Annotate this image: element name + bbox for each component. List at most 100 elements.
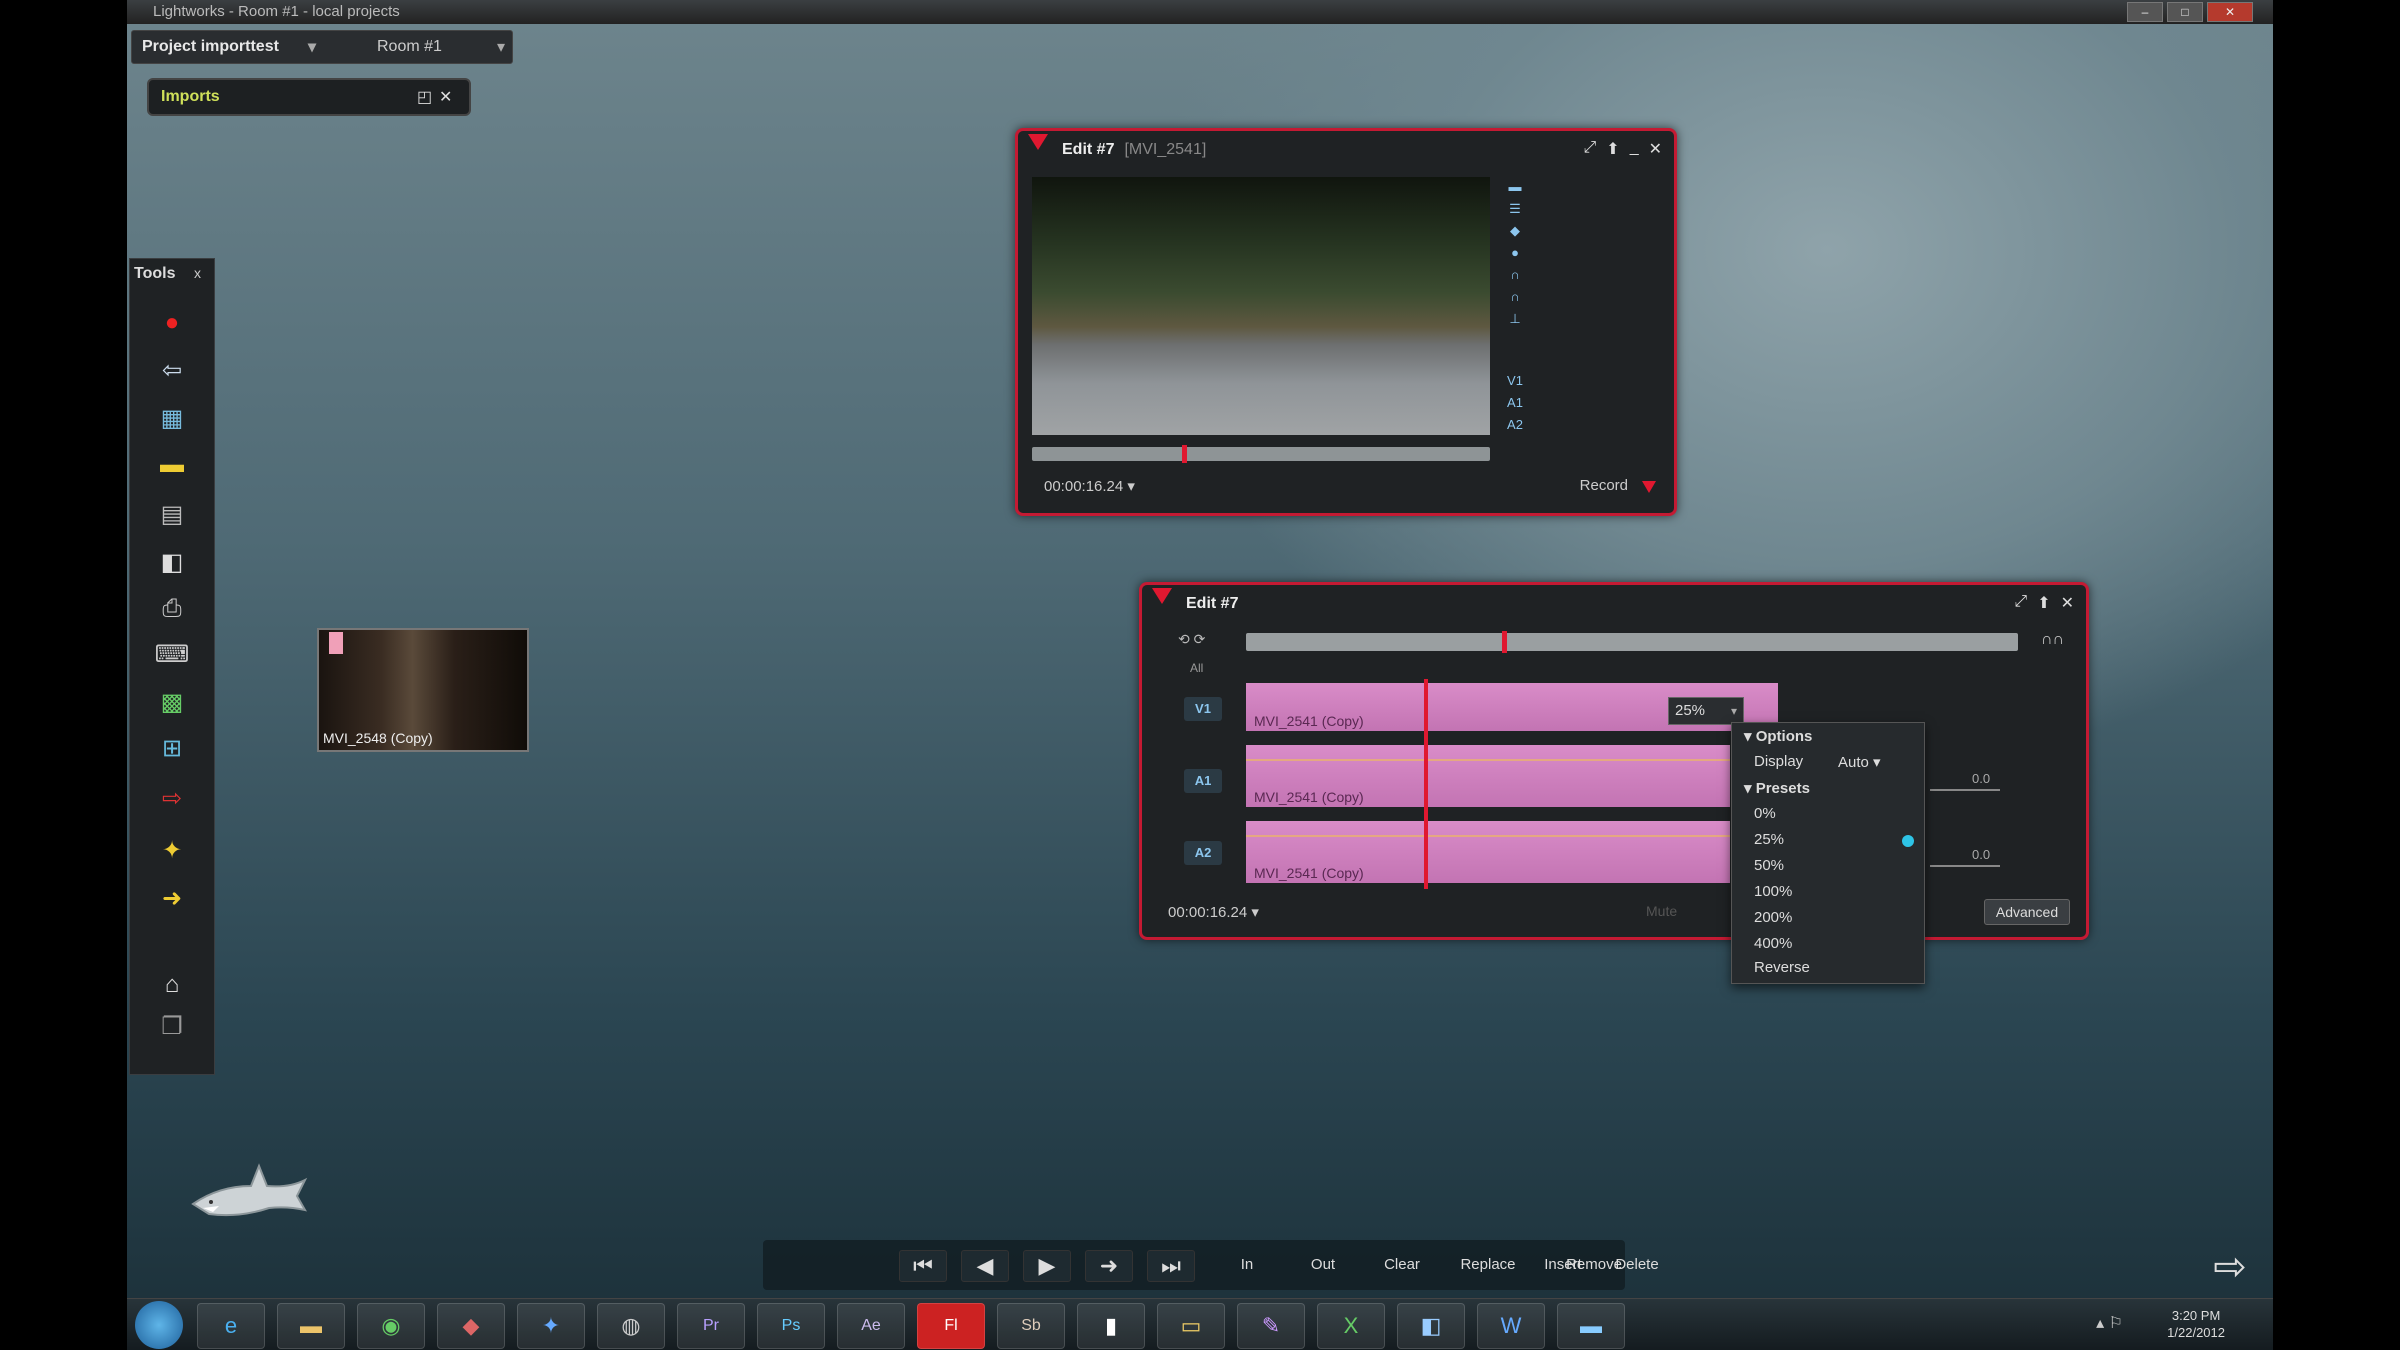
maximize-button[interactable]: □: [2167, 2, 2203, 22]
aftereffects-icon[interactable]: Ae: [837, 1303, 905, 1349]
excel-icon[interactable]: X: [1317, 1303, 1385, 1349]
app-icon[interactable]: ◧: [1397, 1303, 1465, 1349]
minimize-button[interactable]: –: [2127, 2, 2163, 22]
explorer-icon[interactable]: ▬: [277, 1303, 345, 1349]
preset-option[interactable]: 0%: [1754, 805, 1776, 822]
display-select[interactable]: Auto ▾: [1838, 753, 1881, 771]
tag-icon[interactable]: ◆: [1502, 223, 1528, 245]
timeline-scrub-bar[interactable]: [1246, 631, 2018, 653]
lightworks-icon[interactable]: ▮: [1077, 1303, 1145, 1349]
in-button[interactable]: In: [1227, 1250, 1267, 1280]
color-icon[interactable]: ▩: [152, 687, 192, 719]
printer-icon[interactable]: ⎙: [152, 593, 192, 625]
zoom-percent-dropdown[interactable]: 25% ▾: [1668, 697, 1744, 725]
timeline-playhead-line[interactable]: [1424, 679, 1428, 889]
app-icon[interactable]: ✦: [517, 1303, 585, 1349]
playhead[interactable]: [1502, 631, 1507, 653]
sync-icon[interactable]: ⊥: [1502, 311, 1528, 333]
reverse-option[interactable]: Reverse: [1754, 959, 1810, 976]
advanced-button[interactable]: Advanced: [1984, 899, 2070, 925]
start-button[interactable]: [135, 1301, 183, 1349]
track-label-a2[interactable]: A2: [1184, 841, 1222, 865]
audio-clip[interactable]: MVI_2541 (Copy): [1246, 745, 1730, 807]
audio-clip[interactable]: MVI_2541 (Copy): [1246, 821, 1730, 883]
tab-icon[interactable]: ●: [1502, 245, 1528, 267]
folder-icon[interactable]: ▬: [1557, 1303, 1625, 1349]
preset-option[interactable]: 400%: [1754, 935, 1792, 952]
step-forward-icon[interactable]: ➜: [1085, 1250, 1133, 1282]
video-frame[interactable]: [1032, 177, 1490, 435]
track-label[interactable]: A2: [1502, 417, 1528, 439]
preset-option[interactable]: 200%: [1754, 909, 1792, 926]
word-icon[interactable]: W: [1477, 1303, 1545, 1349]
share-icon[interactable]: ➜: [152, 883, 192, 915]
box-icon[interactable]: ◧: [152, 547, 192, 579]
track-label-v1[interactable]: V1: [1184, 697, 1222, 721]
out-button[interactable]: Out: [1303, 1250, 1343, 1280]
app-icon[interactable]: ✎: [1237, 1303, 1305, 1349]
table-icon[interactable]: ▦: [152, 403, 192, 435]
record-icon[interactable]: [1642, 481, 1656, 493]
close-tools-button[interactable]: x: [194, 265, 201, 281]
preset-option[interactable]: 50%: [1754, 857, 1784, 874]
mark-icon[interactable]: ∩∩: [2041, 631, 2064, 649]
all-tracks-label[interactable]: All: [1190, 661, 1203, 675]
effects-icon[interactable]: ✦: [152, 835, 192, 867]
project-selector[interactable]: Project importtest: [142, 38, 279, 56]
remove-button[interactable]: Remove: [1559, 1250, 1629, 1280]
volume-a1[interactable]: 0.0: [1972, 771, 1990, 786]
system-tray[interactable]: ▴ ⚐: [2096, 1313, 2123, 1333]
grid-icon[interactable]: ⊞: [152, 733, 192, 765]
photoshop-icon[interactable]: Ps: [757, 1303, 825, 1349]
close-icon[interactable]: ✕: [1649, 139, 1662, 159]
presets-header[interactable]: ▾ Presets: [1744, 779, 1810, 797]
viewer-scrub-bar[interactable]: [1032, 445, 1490, 463]
zoom-icon[interactable]: ⟲ ⟳: [1178, 631, 1205, 648]
playhead[interactable]: [1182, 445, 1187, 463]
track-label[interactable]: A1: [1502, 395, 1528, 417]
app-icon[interactable]: ◍: [597, 1303, 665, 1349]
clip-thumbnail[interactable]: MVI_2548 (Copy): [317, 628, 529, 752]
close-window-button[interactable]: ✕: [2207, 2, 2253, 22]
folder-icon[interactable]: ▬: [1502, 179, 1528, 201]
film-icon[interactable]: ▤: [152, 499, 192, 531]
media-icon[interactable]: ◉: [357, 1303, 425, 1349]
volume-slider[interactable]: [1930, 789, 2000, 791]
pin-icon[interactable]: ⬆: [1606, 139, 1619, 159]
app-icon[interactable]: ◆: [437, 1303, 505, 1349]
keyboard-icon[interactable]: ⌨: [152, 639, 192, 671]
options-header[interactable]: ▾ Options: [1744, 727, 1812, 745]
pin-icon[interactable]: ⬆: [2037, 593, 2050, 613]
flash-icon[interactable]: Fl: [917, 1303, 985, 1349]
close-icon[interactable]: ✕: [2061, 593, 2074, 613]
step-back-icon[interactable]: ◀: [961, 1250, 1009, 1282]
minimize-icon[interactable]: _: [1630, 139, 1639, 159]
browser-icon[interactable]: e: [197, 1303, 265, 1349]
expand-icon[interactable]: ⤢: [1583, 139, 1596, 159]
room-selector[interactable]: Room #1: [377, 38, 442, 56]
mark-in-icon[interactable]: ∩: [1502, 267, 1528, 289]
mark-out-icon[interactable]: ∩: [1502, 289, 1528, 311]
premiere-icon[interactable]: Pr: [677, 1303, 745, 1349]
mute-button[interactable]: Mute: [1646, 903, 1677, 919]
exit-icon[interactable]: ⇨: [2201, 1242, 2259, 1292]
imports-bin[interactable]: Imports ◰ ✕: [147, 78, 471, 116]
replace-button[interactable]: Replace: [1453, 1250, 1523, 1280]
clear-button[interactable]: Clear: [1375, 1250, 1429, 1280]
clock[interactable]: 3:20 PM 1/22/2012: [2167, 1307, 2225, 1341]
folder-icon[interactable]: ▬: [152, 449, 192, 481]
go-to-start-icon[interactable]: ⏮: [899, 1250, 947, 1282]
notes-icon[interactable]: ▭: [1157, 1303, 1225, 1349]
preset-option[interactable]: 100%: [1754, 883, 1792, 900]
record-icon[interactable]: ●: [152, 307, 192, 339]
restore-icon[interactable]: ◰: [417, 87, 432, 107]
track-label[interactable]: V1: [1502, 373, 1528, 395]
chevron-down-icon[interactable]: ▾: [308, 37, 316, 57]
play-icon[interactable]: ▶: [1023, 1250, 1071, 1282]
track-label-a1[interactable]: A1: [1184, 769, 1222, 793]
expand-icon[interactable]: ⤢: [2014, 593, 2027, 613]
close-icon[interactable]: ✕: [439, 87, 452, 107]
import-icon[interactable]: ⇦: [152, 355, 192, 387]
go-to-end-icon[interactable]: ⏭: [1147, 1250, 1195, 1282]
app-icon[interactable]: Sb: [997, 1303, 1065, 1349]
